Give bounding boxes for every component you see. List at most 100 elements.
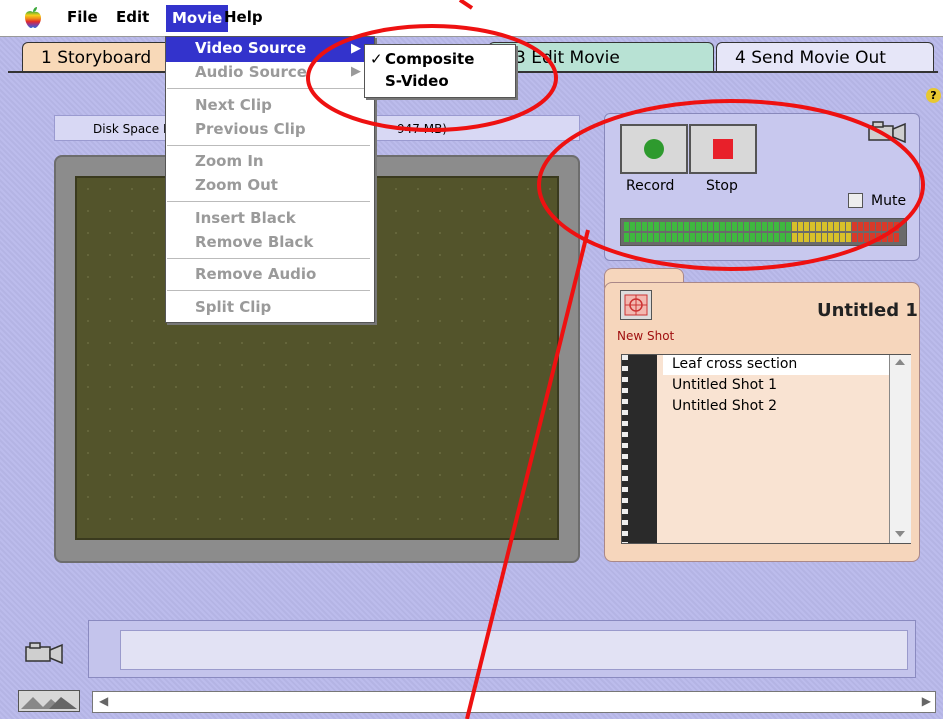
crosshair-icon <box>624 294 648 316</box>
record-label: Record <box>626 178 675 194</box>
meter-segment <box>726 222 731 231</box>
meter-segment <box>822 232 827 242</box>
meter-segment <box>708 222 713 231</box>
meter-segment <box>654 222 659 231</box>
menu-separator <box>167 88 370 89</box>
meter-segment <box>684 222 689 231</box>
menu-item-zoom-out: Zoom Out <box>195 176 278 194</box>
stop-button[interactable] <box>689 124 757 174</box>
meter-segment <box>804 222 809 231</box>
menu-item-remove-audio: Remove Audio <box>195 265 317 283</box>
meter-segment <box>732 232 737 242</box>
meter-segment <box>744 232 749 242</box>
meter-segment <box>768 222 773 231</box>
meter-segment <box>846 232 851 242</box>
meter-segment <box>816 222 821 231</box>
meter-segment <box>876 232 881 242</box>
menu-edit[interactable]: Edit <box>112 8 153 26</box>
meter-segment <box>660 232 665 242</box>
tab-edit-movie[interactable]: 3 Edit Movie <box>488 42 714 72</box>
menu-file[interactable]: File <box>63 8 102 26</box>
meter-segment <box>888 232 893 242</box>
zoom-mountains-button[interactable] <box>18 690 80 712</box>
meter-segment <box>774 222 779 231</box>
meter-segment <box>846 222 851 231</box>
meter-segment <box>708 232 713 242</box>
meter-segment <box>720 232 725 242</box>
meter-segment <box>816 232 821 242</box>
menu-item-video-source[interactable]: Video Source <box>195 39 306 57</box>
meter-segment <box>804 232 809 242</box>
meter-segment <box>672 232 677 242</box>
shot-list-scrollbar[interactable] <box>889 355 911 543</box>
meter-segment <box>744 222 749 231</box>
menu-item-audio-source: Audio Source <box>195 63 307 81</box>
submenu-item-composite[interactable]: Composite <box>385 50 474 68</box>
shot-panel-title: Untitled 1 <box>817 300 918 321</box>
meter-segment <box>822 222 827 231</box>
submenu-arrow-icon: ▶ <box>351 64 361 79</box>
meter-segment <box>858 232 863 242</box>
shot-item[interactable]: Untitled Shot 2 <box>672 398 777 414</box>
meter-segment <box>828 222 833 231</box>
meter-segment <box>750 222 755 231</box>
filmstrip-icon <box>622 355 657 543</box>
meter-segment <box>810 222 815 231</box>
meter-segment <box>630 232 635 242</box>
menu-bar: File Edit Movie Help <box>0 0 943 37</box>
menu-help[interactable]: Help <box>220 8 267 26</box>
tab-edit-movie-label: 3 Edit Movie <box>515 48 620 68</box>
meter-segment <box>714 232 719 242</box>
meter-segment <box>756 222 761 231</box>
meter-segment <box>894 222 899 231</box>
menu-movie[interactable]: Movie <box>166 5 229 32</box>
menu-item-split-clip: Split Clip <box>195 298 272 316</box>
mute-label: Mute <box>871 193 907 209</box>
meter-segment <box>690 232 695 242</box>
mute-checkbox[interactable] <box>848 193 863 208</box>
meter-segment <box>840 232 845 242</box>
menu-separator <box>167 201 370 202</box>
shot-item[interactable]: Leaf cross section <box>672 356 797 372</box>
record-button[interactable] <box>620 124 688 174</box>
meter-segment <box>726 232 731 242</box>
meter-segment <box>696 222 701 231</box>
scroll-right-arrow-icon[interactable]: ▶ <box>922 694 931 708</box>
menu-item-remove-black: Remove Black <box>195 233 314 251</box>
meter-segment <box>834 222 839 231</box>
new-shot-button[interactable] <box>620 290 652 320</box>
apple-logo-icon[interactable] <box>22 6 44 30</box>
meter-segment <box>894 232 899 242</box>
scroll-down-arrow-icon[interactable] <box>895 531 905 537</box>
meter-segment <box>882 232 887 242</box>
scroll-up-arrow-icon[interactable] <box>895 359 905 365</box>
meter-segment <box>648 222 653 231</box>
meter-segment <box>750 232 755 242</box>
scroll-left-arrow-icon[interactable]: ◀ <box>99 694 108 708</box>
meter-segment <box>786 232 791 242</box>
menu-separator <box>167 290 370 291</box>
meter-segment <box>690 222 695 231</box>
tab-send-movie-out[interactable]: 4 Send Movie Out <box>716 42 934 72</box>
menu-item-previous-clip: Previous Clip <box>195 120 306 138</box>
meter-segment <box>642 222 647 231</box>
meter-segment <box>732 222 737 231</box>
meter-segment <box>666 222 671 231</box>
timeline-track[interactable] <box>120 630 908 670</box>
horizontal-scrollbar[interactable]: ◀ ▶ <box>92 691 936 713</box>
meter-segment <box>864 232 869 242</box>
record-dot-icon <box>644 139 664 159</box>
meter-segment <box>702 222 707 231</box>
camera-icon <box>25 642 63 665</box>
meter-segment <box>780 222 785 231</box>
shot-item[interactable]: Untitled Shot 1 <box>672 377 777 393</box>
mountains-icon <box>21 697 77 709</box>
meter-segment <box>792 222 797 231</box>
submenu-item-s-video[interactable]: S-Video <box>385 72 449 90</box>
meter-segment <box>864 222 869 231</box>
meter-segment <box>624 232 629 242</box>
help-icon[interactable]: ? <box>926 88 941 103</box>
new-shot-label: New Shot <box>617 329 675 343</box>
meter-segment <box>696 232 701 242</box>
meter-segment <box>858 222 863 231</box>
